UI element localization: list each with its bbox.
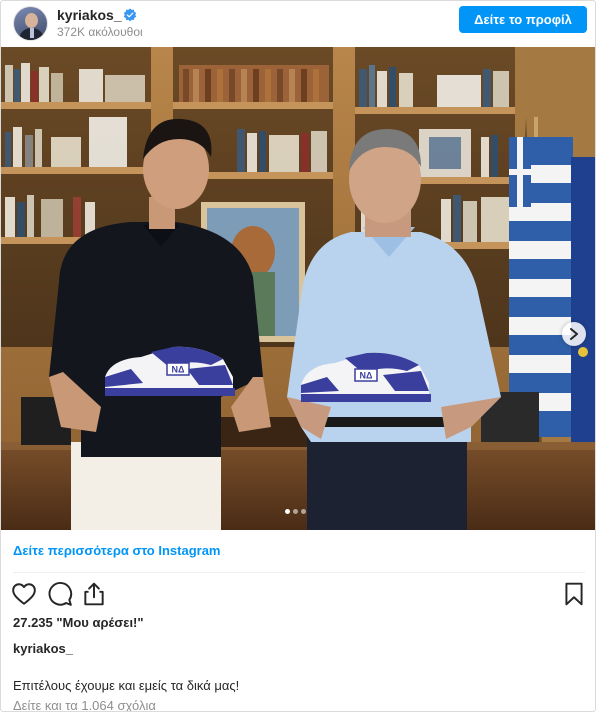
carousel-dot (301, 509, 306, 514)
comment-icon[interactable] (47, 581, 73, 607)
divider (13, 572, 585, 573)
post-header: kyriakos_ 372K ακόλουθοι Δείτε το προφίλ (1, 1, 595, 47)
chevron-right-icon (570, 328, 578, 340)
view-profile-button[interactable]: Δείτε το προφίλ (459, 6, 587, 33)
next-slide-button[interactable] (562, 322, 586, 346)
view-all-comments-link[interactable]: Δείτε και τα 1.064 σχόλια (13, 698, 156, 711)
verified-badge-icon (123, 8, 137, 22)
caption-username[interactable]: kyriakos_ (13, 641, 73, 656)
see-more-link[interactable]: Δείτε περισσότερα στο Instagram (13, 543, 221, 558)
office-scene: ΝΔ ΝΔ (1, 47, 595, 530)
carousel-dot (285, 509, 290, 514)
heart-icon[interactable] (11, 581, 37, 607)
username[interactable]: kyriakos_ (57, 7, 122, 23)
instagram-embed: kyriakos_ 372K ακόλουθοι Δείτε το προφίλ (0, 0, 596, 712)
shoe-logo-left: ΝΔ (172, 365, 185, 375)
carousel-dot (293, 509, 298, 514)
post-photo[interactable]: ΝΔ ΝΔ (1, 47, 595, 530)
avatar[interactable] (13, 6, 48, 41)
shoe-logo-right: ΝΔ (360, 371, 373, 381)
follower-count: 372K ακόλουθοι (57, 25, 143, 39)
like-count[interactable]: 27.235 "Μου αρέσει!" (13, 615, 144, 630)
post-caption: Επιτέλους έχουμε και εμείς τα δικά μας! (13, 678, 240, 693)
carousel-dots (285, 509, 306, 515)
share-icon[interactable] (81, 581, 107, 607)
bookmark-icon[interactable] (561, 581, 587, 607)
